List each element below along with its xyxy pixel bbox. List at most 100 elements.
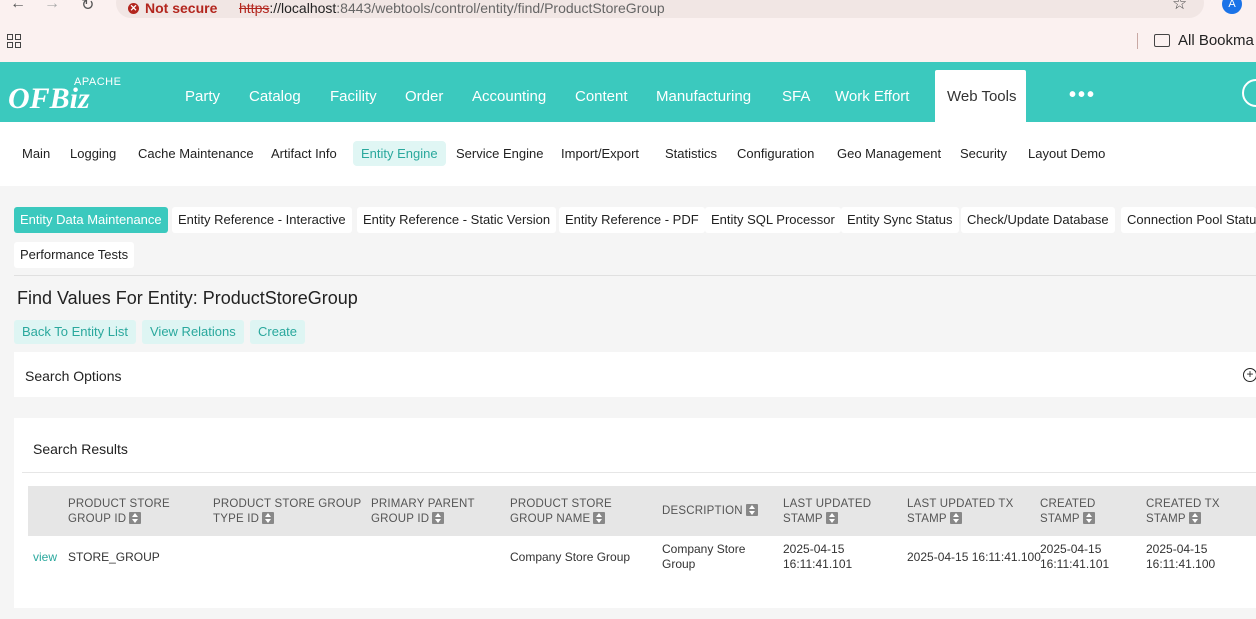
submenu-configuration[interactable]: Configuration: [737, 146, 814, 161]
ofbiz-logo[interactable]: APACHE OFBiz: [8, 74, 130, 115]
menu-order[interactable]: Order: [405, 88, 443, 105]
sort-icon[interactable]: [1188, 512, 1201, 524]
more-menu-icon[interactable]: •••: [1069, 84, 1096, 107]
submenu-logging[interactable]: Logging: [70, 146, 116, 161]
url-text[interactable]: https://localhost:8443/webtools/control/…: [239, 0, 665, 16]
expand-plus-icon[interactable]: +: [1243, 368, 1256, 382]
cell-last-updated-stamp: 2025-04-15 16:11:41.101: [783, 542, 852, 572]
sort-icon[interactable]: [1082, 512, 1095, 524]
col-created-tx-stamp[interactable]: CREATED TX STAMP: [1146, 497, 1220, 527]
header-line-1: PRODUCT STORE: [510, 498, 612, 510]
sort-icon[interactable]: [745, 504, 758, 516]
submenu-statistics[interactable]: Statistics: [665, 146, 717, 161]
sort-icon[interactable]: [262, 512, 275, 524]
submenu-geo-management[interactable]: Geo Management: [837, 146, 941, 161]
submenu-service-engine[interactable]: Service Engine: [456, 146, 543, 161]
header-line-1: PRODUCT STORE: [68, 498, 170, 510]
cell-line-2: 16:11:41.101: [1040, 557, 1110, 571]
submenu-main[interactable]: Main: [22, 146, 50, 161]
col-last-updated-stamp[interactable]: LAST UPDATED STAMP: [783, 497, 871, 527]
security-label: Not secure: [145, 0, 218, 16]
submenu-import-export[interactable]: Import/Export: [561, 146, 639, 161]
sort-icon[interactable]: [432, 512, 445, 524]
search-options-panel[interactable]: Search Options +: [14, 352, 1256, 397]
tab-entity-sync-status[interactable]: Entity Sync Status: [841, 207, 959, 233]
sort-icon[interactable]: [593, 512, 606, 524]
cell-created-stamp: 2025-04-15 16:11:41.101: [1040, 542, 1109, 572]
header-line-2: GROUP ID: [68, 513, 127, 525]
col-created-stamp[interactable]: CREATED STAMP: [1040, 497, 1096, 527]
warning-icon: ✕: [128, 2, 139, 14]
col-product-store-group-name[interactable]: PRODUCT STORE GROUP NAME: [510, 497, 612, 527]
header-line-1: CREATED: [1040, 498, 1096, 510]
profile-avatar[interactable]: A: [1222, 0, 1242, 14]
submenu-security[interactable]: Security: [960, 146, 1007, 161]
results-table-header: PRODUCT STORE GROUP ID PRODUCT STORE GROU…: [28, 486, 1256, 536]
security-indicator[interactable]: ✕ Not secure: [128, 0, 217, 16]
submenu-layout-demo[interactable]: Layout Demo: [1028, 146, 1105, 161]
submenu-artifact-info[interactable]: Artifact Info: [271, 146, 337, 161]
header-line-2: STAMP: [1040, 513, 1080, 525]
header-line-1: LAST UPDATED: [783, 498, 872, 510]
tab-check-update-database[interactable]: Check/Update Database: [961, 207, 1115, 233]
col-product-store-group-id[interactable]: PRODUCT STORE GROUP ID: [68, 497, 170, 527]
submenu-cache-maintenance[interactable]: Cache Maintenance: [138, 146, 254, 161]
menu-catalog[interactable]: Catalog: [249, 88, 301, 105]
cell-line-2: Group: [662, 557, 696, 571]
search-results-title: Search Results: [33, 441, 128, 457]
sort-icon[interactable]: [825, 512, 838, 524]
create-button[interactable]: Create: [250, 320, 306, 344]
tab-entity-reference-interactive[interactable]: Entity Reference - Interactive: [172, 207, 352, 233]
app-header: APACHE OFBiz Party Catalog Facility Orde…: [0, 62, 1256, 122]
tab-performance-tests[interactable]: Performance Tests: [14, 242, 135, 268]
view-relations-button[interactable]: View Relations: [142, 320, 244, 344]
folder-icon: [1154, 34, 1170, 47]
header-line-1: DESCRIPTION: [662, 505, 743, 517]
header-line-2: TYPE ID: [213, 513, 260, 525]
tab-entity-reference-static[interactable]: Entity Reference - Static Version: [357, 207, 557, 233]
header-line-1: LAST UPDATED TX: [907, 498, 1014, 510]
menu-web-tools[interactable]: Web Tools: [935, 70, 1026, 122]
url-path: :8443/webtools/control/entity/find/Produ…: [336, 0, 665, 16]
back-to-entity-list-button[interactable]: Back To Entity List: [14, 320, 136, 344]
header-line-2: GROUP ID: [371, 513, 430, 525]
menu-sfa[interactable]: SFA: [782, 88, 810, 105]
user-icon[interactable]: [1242, 79, 1256, 107]
tabs-divider: [14, 275, 1256, 276]
cell-line-1: 2025-04-15: [783, 542, 845, 556]
tab-entity-data-maintenance[interactable]: Entity Data Maintenance: [14, 207, 168, 233]
header-line-1: PRIMARY PARENT: [371, 498, 475, 510]
sort-icon[interactable]: [129, 512, 142, 524]
header-line-1: PRODUCT STORE GROUP: [213, 498, 362, 510]
apps-grid-icon[interactable]: [7, 34, 21, 48]
reload-icon[interactable]: ↻: [81, 0, 94, 15]
cell-product-store-group-name: Company Store Group: [510, 550, 631, 564]
logo-ofbiz-text: OFBiz: [8, 82, 90, 115]
all-bookmarks-button[interactable]: All Bookma: [1178, 32, 1254, 49]
header-line-2: STAMP: [783, 513, 823, 525]
forward-arrow-icon[interactable]: →: [44, 0, 60, 13]
col-primary-parent-group-id[interactable]: PRIMARY PARENT GROUP ID: [371, 497, 475, 527]
tab-entity-sql-processor[interactable]: Entity SQL Processor: [705, 207, 841, 233]
col-last-updated-tx-stamp[interactable]: LAST UPDATED TX STAMP: [907, 497, 1014, 527]
address-bar[interactable]: ✕ Not secure https://localhost:8443/webt…: [116, 0, 1204, 18]
tab-connection-pool-status[interactable]: Connection Pool Status: [1121, 207, 1256, 233]
col-description[interactable]: DESCRIPTION: [662, 504, 758, 519]
url-scheme: https: [239, 0, 270, 16]
results-divider: [22, 472, 1256, 473]
bookmark-star-icon[interactable]: ☆: [1172, 0, 1187, 14]
menu-facility[interactable]: Facility: [330, 88, 377, 105]
menu-accounting[interactable]: Accounting: [472, 88, 546, 105]
menu-manufacturing[interactable]: Manufacturing: [656, 88, 751, 105]
tab-entity-reference-pdf[interactable]: Entity Reference - PDF: [559, 207, 705, 233]
back-arrow-icon[interactable]: ←: [10, 0, 26, 13]
menu-party[interactable]: Party: [185, 88, 220, 105]
view-link[interactable]: view: [33, 550, 57, 564]
menu-work-effort[interactable]: Work Effort: [835, 88, 909, 105]
menu-content[interactable]: Content: [575, 88, 628, 105]
sort-icon[interactable]: [949, 512, 962, 524]
url-host: ://localhost: [269, 0, 337, 16]
col-product-store-group-type-id[interactable]: PRODUCT STORE GROUP TYPE ID: [213, 497, 361, 527]
search-options-title[interactable]: Search Options: [25, 368, 122, 384]
submenu-entity-engine[interactable]: Entity Engine: [353, 141, 446, 166]
